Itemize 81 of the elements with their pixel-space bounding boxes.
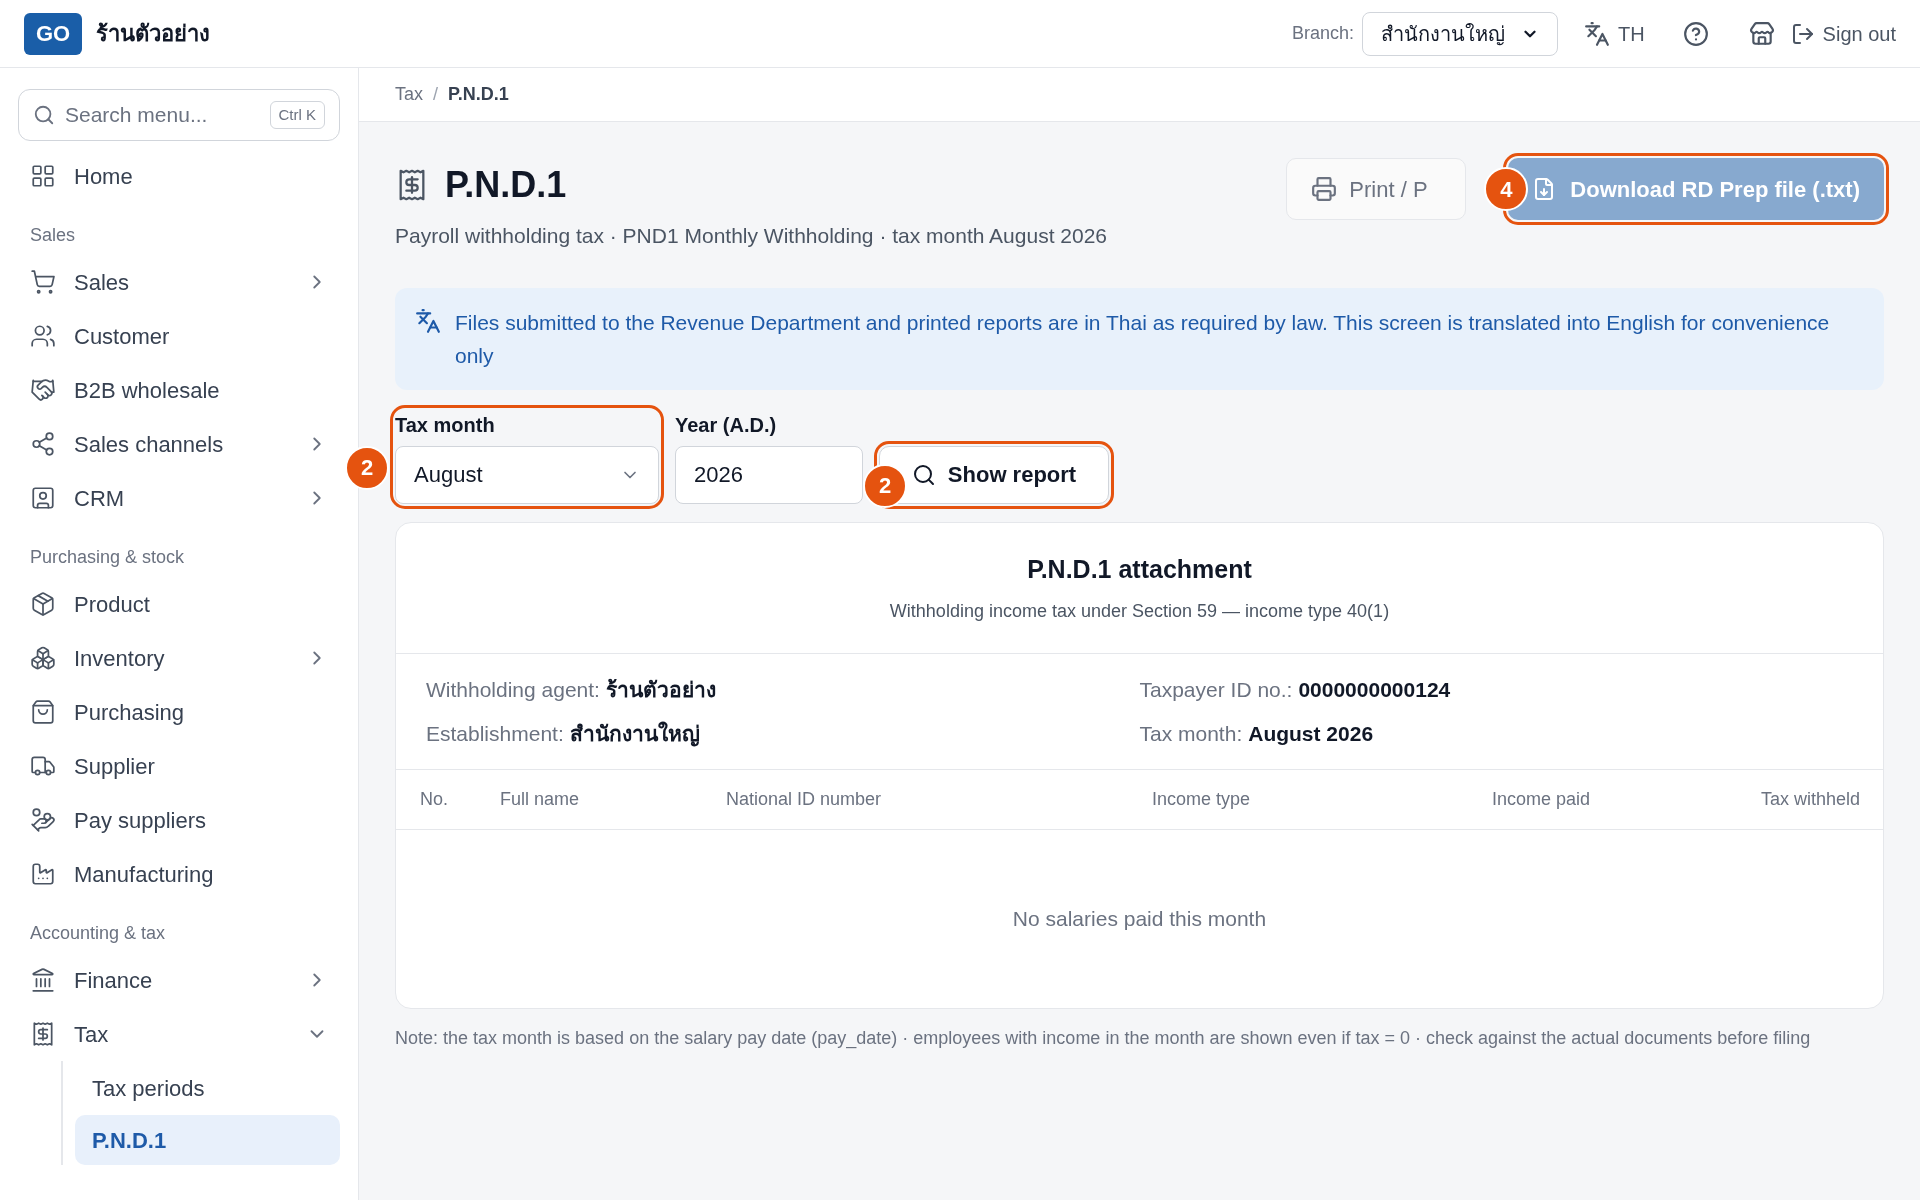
search-field[interactable]: Search menu... Ctrl K <box>18 89 340 141</box>
sidebar-item[interactable]: Tax <box>18 1007 340 1061</box>
sidebar-item[interactable]: Finance <box>18 953 340 1007</box>
sidebar-item[interactable]: Inventory <box>18 631 340 685</box>
hand-coins-icon <box>30 807 56 833</box>
breadcrumb-current: P.N.D.1 <box>448 83 509 106</box>
field-label: Tax month <box>395 412 496 438</box>
sign-out-icon <box>1790 21 1815 46</box>
breadcrumb-link[interactable]: Tax <box>395 81 423 108</box>
column-header: Income paid <box>1491 788 1590 811</box>
field-label: Year (A.D.) <box>675 412 778 438</box>
translate-icon <box>415 307 441 334</box>
handshake-icon <box>30 377 56 403</box>
sidebar-item[interactable]: Home <box>18 149 340 203</box>
submenu-item[interactable]: P.N.D.1 <box>75 1115 340 1165</box>
printer-icon <box>1311 176 1338 202</box>
page-title: P.N.D.1 <box>445 163 567 207</box>
cart-icon <box>30 269 56 295</box>
sidebar-item[interactable]: CRM <box>18 471 340 525</box>
shortcut-key: Ctrl K <box>269 100 325 130</box>
notice-text: Files submitted to the Revenue Department and printed reports are in Thai as required by law. This screen is translated into English for convenience only <box>455 309 1831 369</box>
empty-message: No salaries paid this month <box>1012 906 1267 933</box>
column-header: Tax withheld <box>1760 788 1860 811</box>
field-value: สำนักงานใหญ่ <box>569 720 700 749</box>
field-value: August 2026 <box>1248 720 1374 747</box>
sidebar-item[interactable]: B2B wholesale <box>18 363 340 417</box>
submenu-item[interactable]: Tax periods <box>75 1061 340 1115</box>
store-icon[interactable] <box>1748 20 1775 47</box>
year-field[interactable]: 2026 <box>675 445 863 504</box>
search-icon <box>33 104 55 126</box>
sidebar-item[interactable]: Sales channels <box>18 417 340 471</box>
step-badge: 2 <box>345 445 389 490</box>
section-heading: Purchasing & stock <box>29 545 186 569</box>
field-value: 0000000000124 <box>1298 677 1451 703</box>
language-button[interactable]: TH <box>1583 18 1645 49</box>
bank-icon <box>30 967 56 993</box>
column-header: Income type <box>1152 788 1251 811</box>
sidebar-item[interactable]: Product <box>18 577 340 631</box>
field-label: Withholding agent: <box>426 677 600 703</box>
receipt-icon <box>30 1021 56 1047</box>
field-value: ร้านตัวอย่าง <box>605 677 716 703</box>
sidebar-item[interactable]: Supplier <box>18 739 340 793</box>
contact-card-icon <box>30 485 56 511</box>
shop-name: ร้านตัวอย่าง <box>96 20 210 48</box>
month-select[interactable]: August <box>395 445 659 504</box>
report-title: P.N.D.1 attachment <box>1027 553 1252 585</box>
users-icon <box>30 323 56 349</box>
box-icon <box>30 591 56 617</box>
footnote: Note: the tax month is based on the salary pay date (pay_date) · employees with income in the month are shown even if tax = 0 · check against the actual documents before filing <box>395 1027 1812 1051</box>
branch-select[interactable]: สำนักงานใหญ่ <box>1361 11 1558 56</box>
branch-label: Branch: <box>1291 22 1354 45</box>
sign-out-button[interactable]: Sign out <box>1790 18 1896 49</box>
sidebar-item[interactable]: Pay suppliers <box>18 793 340 847</box>
field-label: Taxpayer ID no.: <box>1139 677 1293 703</box>
bag-icon <box>30 699 56 725</box>
help-icon[interactable] <box>1682 20 1709 47</box>
search-input[interactable]: Search menu... <box>65 99 260 131</box>
sidebar-item[interactable]: Purchasing <box>18 685 340 739</box>
sidebar-item[interactable]: Customer <box>18 309 340 363</box>
search-icon <box>911 462 936 487</box>
page-subtitle: Payroll withholding tax · PND1 Monthly Withholding · tax month August 2026 <box>395 223 1108 249</box>
breadcrumb-separator: / <box>433 83 439 106</box>
column-header: No. <box>420 788 448 811</box>
boxes-icon <box>30 645 56 671</box>
factory-icon <box>30 861 56 887</box>
sidebar-item[interactable]: Sales <box>18 255 340 309</box>
report-subtitle: Withholding income tax under Section 59 — income type 40(1) <box>889 600 1390 623</box>
field-label: Tax month: <box>1139 720 1243 747</box>
field-label: Establishment: <box>426 720 564 747</box>
section-heading: Accounting & tax <box>29 921 167 945</box>
column-header: Full name <box>500 788 580 811</box>
share-icon <box>30 431 56 457</box>
step-badge: 2 <box>863 463 907 508</box>
step-badge: 4 <box>1484 167 1529 211</box>
grid-icon <box>30 163 56 189</box>
truck-icon <box>30 753 56 779</box>
sidebar-item[interactable]: Manufacturing <box>18 847 340 901</box>
section-heading: Sales <box>29 223 77 247</box>
logo: GO <box>24 12 82 55</box>
translate-icon <box>1583 20 1610 47</box>
column-header: National ID number <box>726 788 882 811</box>
